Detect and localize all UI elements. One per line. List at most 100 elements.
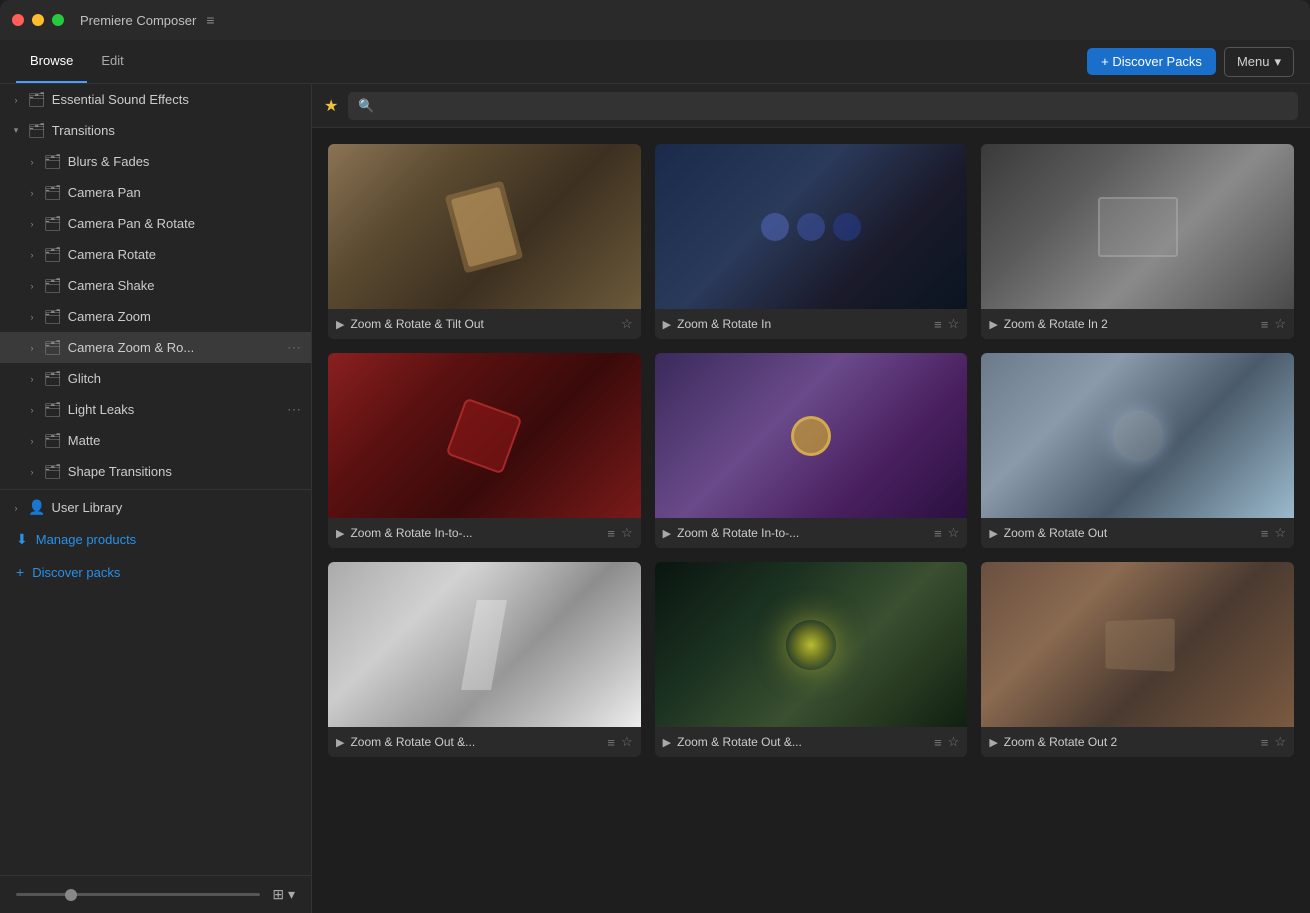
sidebar-item-user-library[interactable]: › 👤 User Library: [0, 492, 311, 523]
sidebar-item-blurs-fades[interactable]: › 🗂 Blurs & Fades: [0, 146, 311, 177]
card-label-bar: ▶ Zoom & Rotate In ≡ ☆: [655, 309, 968, 339]
card-label-bar: ▶ Zoom & Rotate In-to-... ≡ ☆: [655, 518, 968, 548]
media-card[interactable]: ▶ Zoom & Rotate In ≡ ☆: [655, 144, 968, 339]
card-menu-icon[interactable]: ≡: [934, 317, 942, 332]
card-thumbnail: [328, 144, 641, 309]
card-label: Zoom & Rotate & Tilt Out: [350, 317, 615, 331]
hamburger-icon[interactable]: ≡: [206, 12, 214, 28]
card-star-icon[interactable]: ☆: [1274, 734, 1286, 750]
chevron-icon: ▾: [10, 125, 22, 136]
card-menu-icon[interactable]: ≡: [934, 526, 942, 541]
card-menu-icon[interactable]: ≡: [607, 735, 615, 750]
search-input[interactable]: [383, 98, 1288, 113]
sidebar-item-shape-transitions[interactable]: › 🗂 Shape Transitions: [0, 456, 311, 487]
sidebar-item-light-leaks[interactable]: › 🗂 Light Leaks ⋯: [0, 394, 311, 425]
card-thumbnail: [981, 562, 1294, 727]
chevron-icon: ›: [10, 95, 22, 105]
card-thumbnail: [328, 353, 641, 518]
media-card[interactable]: ▶ Zoom & Rotate Out ≡ ☆: [981, 353, 1294, 548]
chevron-icon: ›: [26, 405, 38, 415]
card-thumbnail: [981, 353, 1294, 518]
sidebar-item-transitions[interactable]: ▾ 🗂 Transitions: [0, 115, 311, 146]
sidebar-item-camera-pan-rotate[interactable]: › 🗂 Camera Pan & Rotate: [0, 208, 311, 239]
search-bar: ★ 🔍: [312, 84, 1310, 128]
folder-icon: 🗂: [28, 91, 46, 108]
card-star-icon[interactable]: ☆: [621, 525, 633, 541]
card-star-icon[interactable]: ☆: [1274, 316, 1286, 332]
media-card[interactable]: ▶ Zoom & Rotate In-to-... ≡ ☆: [655, 353, 968, 548]
context-menu-icon[interactable]: ⋯: [287, 401, 301, 418]
sidebar-action-manage-products[interactable]: ⬇ Manage products: [0, 523, 311, 556]
sidebar-item-camera-zoom-ro[interactable]: › 🗂 Camera Zoom & Ro... ⋯: [0, 332, 311, 363]
media-card[interactable]: ▶ Zoom & Rotate In-to-... ≡ ☆: [328, 353, 641, 548]
card-menu-icon[interactable]: ≡: [1261, 526, 1269, 541]
sidebar-item-camera-pan[interactable]: › 🗂 Camera Pan: [0, 177, 311, 208]
minimize-button[interactable]: [32, 14, 44, 26]
card-star-icon[interactable]: ☆: [948, 734, 960, 750]
chevron-icon: ›: [26, 343, 38, 353]
clip-icon: ▶: [336, 736, 344, 749]
card-label: Zoom & Rotate In 2: [1004, 317, 1255, 331]
discover-packs-button[interactable]: + Discover Packs: [1087, 48, 1216, 75]
card-menu-icon[interactable]: ≡: [607, 526, 615, 541]
sidebar-item-label: Transitions: [52, 123, 299, 138]
sidebar-item-label: Camera Zoom: [68, 309, 299, 324]
media-grid: ▶ Zoom & Rotate & Tilt Out ☆: [312, 128, 1310, 913]
media-card[interactable]: ▶ Zoom & Rotate Out &... ≡ ☆: [328, 562, 641, 757]
card-star-icon[interactable]: ☆: [948, 525, 960, 541]
sidebar-item-matte[interactable]: › 🗂 Matte: [0, 425, 311, 456]
folder-icon: 🗂: [44, 339, 62, 356]
clip-icon: ▶: [663, 736, 671, 749]
chevron-icon: ›: [26, 157, 38, 167]
card-label: Zoom & Rotate Out &...: [350, 735, 601, 749]
card-label-bar: ▶ Zoom & Rotate Out &... ≡ ☆: [655, 727, 968, 757]
top-nav: Browse Edit + Discover Packs Menu ▾: [0, 40, 1310, 84]
card-star-icon[interactable]: ☆: [948, 316, 960, 332]
sidebar-item-label: Glitch: [68, 371, 299, 386]
sidebar-item-camera-zoom[interactable]: › 🗂 Camera Zoom: [0, 301, 311, 332]
search-input-wrap[interactable]: 🔍: [348, 92, 1298, 120]
card-thumbnail: [328, 562, 641, 727]
chevron-icon: ›: [26, 281, 38, 291]
chevron-icon: ›: [26, 467, 38, 477]
card-menu-icon[interactable]: ≡: [1261, 317, 1269, 332]
chevron-icon: ›: [26, 374, 38, 384]
card-thumbnail: [981, 144, 1294, 309]
sidebar-item-essential-sound[interactable]: › 🗂 Essential Sound Effects: [0, 84, 311, 115]
maximize-button[interactable]: [52, 14, 64, 26]
app-body: Browse Edit + Discover Packs Menu ▾ › 🗂 …: [0, 40, 1310, 913]
media-card[interactable]: ▶ Zoom & Rotate Out &... ≡ ☆: [655, 562, 968, 757]
slider-thumb[interactable]: [65, 889, 77, 901]
card-star-icon[interactable]: ☆: [1274, 525, 1286, 541]
sidebar-item-glitch[interactable]: › 🗂 Glitch: [0, 363, 311, 394]
menu-button[interactable]: Menu ▾: [1224, 47, 1294, 77]
sidebar-action-discover-packs[interactable]: + Discover packs: [0, 556, 311, 588]
nav-right: + Discover Packs Menu ▾: [1087, 47, 1294, 77]
context-menu-icon[interactable]: ⋯: [287, 339, 301, 356]
media-card[interactable]: ▶ Zoom & Rotate Out 2 ≡ ☆: [981, 562, 1294, 757]
sidebar-item-label: Camera Zoom & Ro...: [68, 340, 299, 355]
sidebar-item-label: Camera Shake: [68, 278, 299, 293]
card-thumbnail: [655, 353, 968, 518]
card-label: Zoom & Rotate Out &...: [677, 735, 928, 749]
card-star-icon[interactable]: ☆: [621, 316, 633, 332]
card-menu-icon[interactable]: ≡: [1261, 735, 1269, 750]
zoom-slider[interactable]: [16, 893, 260, 896]
folder-icon: 🗂: [44, 370, 62, 387]
sidebar-item-camera-rotate[interactable]: › 🗂 Camera Rotate: [0, 239, 311, 270]
folder-icon: 🗂: [44, 246, 62, 263]
media-card[interactable]: ▶ Zoom & Rotate & Tilt Out ☆: [328, 144, 641, 339]
card-thumbnail: [655, 144, 968, 309]
sidebar-item-label: Camera Rotate: [68, 247, 299, 262]
tab-browse[interactable]: Browse: [16, 40, 87, 83]
card-star-icon[interactable]: ☆: [621, 734, 633, 750]
sidebar-action-label: Discover packs: [32, 565, 120, 580]
tab-edit[interactable]: Edit: [87, 40, 137, 83]
card-label: Zoom & Rotate Out: [1004, 526, 1255, 540]
media-card[interactable]: ▶ Zoom & Rotate In 2 ≡ ☆: [981, 144, 1294, 339]
sidebar-item-camera-shake[interactable]: › 🗂 Camera Shake: [0, 270, 311, 301]
grid-view-icon[interactable]: ⊞ ▾: [272, 886, 295, 903]
star-filter-icon[interactable]: ★: [324, 96, 338, 116]
card-menu-icon[interactable]: ≡: [934, 735, 942, 750]
close-button[interactable]: [12, 14, 24, 26]
